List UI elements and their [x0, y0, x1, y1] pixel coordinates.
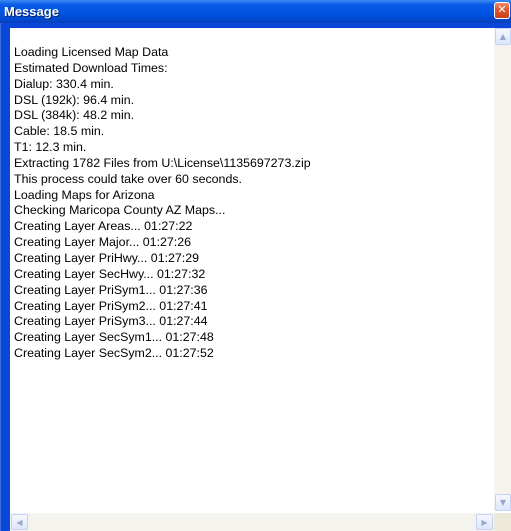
log-line: T1: 12.3 min. — [14, 140, 87, 155]
log-line: Dialup: 330.4 min. — [14, 76, 114, 91]
log-line: DSL (384k): 48.2 min. — [14, 108, 135, 123]
arrow-down-icon: ▼ — [499, 498, 507, 507]
close-button[interactable]: ✕ — [494, 2, 510, 19]
log-line: Creating Layer PriSym2... 01:27:41 — [14, 298, 208, 313]
horizontal-scrollbar[interactable]: ◀ ▶ — [10, 513, 494, 531]
log-line: Creating Layer SecHwy... 01:27:32 — [14, 266, 206, 281]
log-line: DSL (192k): 96.4 min. — [14, 92, 135, 107]
log-line: Checking Maricopa County AZ Maps... — [14, 203, 226, 218]
title-bar[interactable]: Message ✕ — [0, 0, 511, 23]
vertical-scrollbar[interactable]: ▲ ▼ — [494, 28, 511, 511]
log-line: Cable: 18.5 min. — [14, 124, 105, 139]
log-line: Creating Layer PriSym3... 01:27:44 — [14, 314, 208, 329]
scroll-left-button[interactable]: ◀ — [11, 514, 28, 530]
message-client-area: Loading Licensed Map Data Estimated Downl… — [10, 28, 511, 531]
window-frame-left — [0, 23, 10, 531]
message-text-area[interactable]: Loading Licensed Map Data Estimated Downl… — [10, 28, 493, 511]
message-window: Message ✕ Loading Licensed Map Data Estim… — [0, 0, 511, 531]
arrow-up-icon: ▲ — [499, 32, 507, 41]
arrow-right-icon: ▶ — [481, 518, 488, 527]
log-line: Creating Layer SecSym1... 01:27:48 — [14, 330, 214, 345]
window-title: Message — [4, 4, 59, 19]
log-line: Creating Layer Areas... 01:27:22 — [14, 219, 193, 234]
log-line: Creating Layer SecSym2... 01:27:52 — [14, 346, 214, 361]
size-grip[interactable] — [494, 513, 511, 531]
log-line: Creating Layer PriSym1... 01:27:36 — [14, 282, 208, 297]
scroll-up-button[interactable]: ▲ — [495, 28, 511, 45]
arrow-left-icon: ◀ — [16, 518, 23, 527]
log-line: Loading Licensed Map Data — [14, 45, 169, 59]
close-icon: ✕ — [497, 3, 507, 16]
log-line: Creating Layer Major... 01:27:26 — [14, 235, 192, 250]
log-line: This process could take over 60 seconds. — [14, 171, 242, 186]
log-line: Loading Maps for Arizona — [14, 187, 155, 202]
scroll-right-button[interactable]: ▶ — [476, 514, 493, 530]
message-log: Loading Licensed Map Data Estimated Downl… — [14, 45, 311, 362]
log-line: Estimated Download Times: — [14, 60, 168, 75]
scroll-down-button[interactable]: ▼ — [495, 494, 511, 511]
log-line: Extracting 1782 Files from U:\License\11… — [14, 155, 311, 170]
log-line: Creating Layer PriHwy... 01:27:29 — [14, 250, 200, 265]
